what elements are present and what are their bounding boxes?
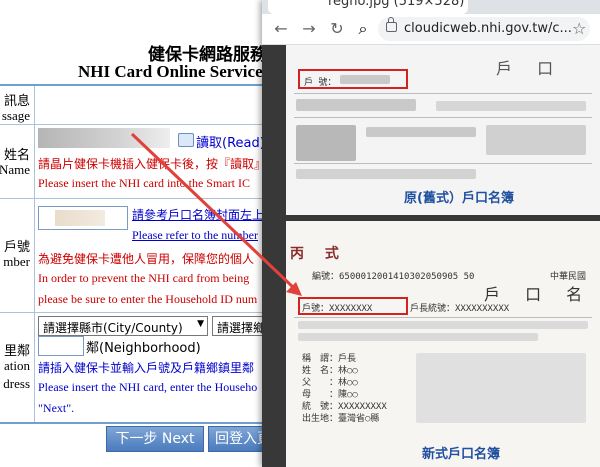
- scan-blur: [436, 101, 586, 111]
- name-hint-en: Please insert the NHI card into the Smar…: [38, 176, 250, 190]
- address-label-en1: ation: [4, 358, 30, 373]
- page-title-en: NHI Card Online Service: [78, 62, 263, 81]
- new-card-code-line: 編號：6500012001410302050905 50: [312, 272, 475, 282]
- scan-blur: [296, 125, 356, 161]
- card-reader-icon[interactable]: [178, 133, 194, 147]
- scan-blur: [298, 321, 588, 329]
- message-label-en: ssage: [1, 108, 30, 123]
- address-hint-en1: Please insert the NHI card, enter the Ho…: [38, 380, 258, 394]
- url-text: cloudicweb.nhi.gov.tw/c...: [404, 21, 572, 36]
- name-label-en: Name: [0, 162, 30, 177]
- name-label-zh: 姓名: [3, 148, 30, 163]
- county-select[interactable]: 請選擇縣市(City/County) ▼: [38, 316, 208, 336]
- next-button[interactable]: 下一步 Next: [106, 426, 204, 452]
- scan-blur: [296, 169, 476, 179]
- label-column-divider: [34, 86, 35, 422]
- scan-blur: [416, 353, 586, 423]
- old-card-highlight-box: [298, 69, 408, 89]
- message-label-zh: 訊息: [3, 94, 30, 109]
- forward-arrow-icon[interactable]: →: [298, 18, 320, 40]
- household-warning-en2: please be sure to enter the Household ID…: [38, 292, 258, 306]
- address-hint-zh: 請插入健保卡並輸入戶號及戶籍鄉鎮里鄰: [38, 361, 255, 375]
- reload-icon[interactable]: ↻: [326, 18, 348, 40]
- chevron-down-icon: ▼: [197, 319, 204, 329]
- new-household-register-image: 丙 式 編號：6500012001410302050905 50 中華民國 戶 …: [286, 221, 600, 467]
- old-card-header: 戶 口: [496, 59, 564, 78]
- household-warning-en1: In order to prevent the NHI card from be…: [38, 271, 250, 285]
- bookmark-star-icon[interactable]: ☆: [572, 19, 586, 38]
- household-id-redacted: [55, 210, 105, 226]
- new-card-caption: 新式戶口名簿: [422, 447, 501, 462]
- tab-title: regno.jpg (519×528): [328, 0, 465, 9]
- old-card-caption: 原(舊式）戶口名簿: [404, 191, 514, 206]
- neighborhood-label: 鄰(Neighborhood): [86, 341, 201, 356]
- back-to-login-button[interactable]: 回登入頁: [208, 426, 270, 452]
- search-icon[interactable]: ⌕: [352, 18, 374, 40]
- household-ref-link-en[interactable]: Please refer to the number: [132, 228, 258, 243]
- back-arrow-icon[interactable]: ←: [270, 18, 292, 40]
- household-label-en: mber: [3, 254, 30, 269]
- household-warning-zh: 為避免健保卡遭他人冒用，保障您的個人: [38, 252, 255, 266]
- new-card-head-id: 戶長統號：XXXXXXXXXX: [410, 304, 510, 314]
- read-button[interactable]: 讀取(Read): [196, 132, 265, 151]
- address-label-zh: 里鄰: [3, 344, 30, 359]
- address-label-en2: dress: [3, 376, 30, 391]
- browser-tab[interactable]: regno.jpg (519×528): [268, 0, 468, 14]
- neighborhood-input[interactable]: [38, 336, 84, 356]
- new-card-row: 出生地：臺灣省○縣: [302, 414, 380, 424]
- scan-line: [294, 317, 592, 318]
- row-divider: [0, 124, 268, 125]
- household-id-input[interactable]: [38, 206, 128, 230]
- name-field-redacted: [38, 128, 170, 148]
- scan-line: [294, 117, 592, 118]
- address-hint-en2: "Next".: [38, 401, 75, 415]
- row-divider: [0, 198, 268, 199]
- new-card-type-label: 丙 式: [290, 246, 347, 262]
- image-viewer: 戶 口 戶 號： 原(舊式）戶口名簿 丙 式 編號：65000120014103…: [262, 45, 600, 467]
- browser-toolbar: ← → ↻ ⌕ cloudicweb.nhi.gov.tw/c... ☆: [262, 14, 600, 45]
- household-label-zh: 戶號: [3, 240, 30, 255]
- lock-icon: [386, 17, 397, 32]
- township-select-value: 請選擇鄉: [217, 321, 266, 335]
- row-divider: [0, 312, 268, 313]
- old-household-register-image: 戶 口 戶 號： 原(舊式）戶口名簿: [286, 45, 600, 215]
- household-ref-link-zh[interactable]: 請參考戶口名簿封面左上: [132, 206, 264, 223]
- scan-line: [294, 93, 592, 94]
- scan-blur: [296, 99, 416, 111]
- county-select-value: 請選擇縣市(City/County): [43, 321, 183, 335]
- scan-blur: [486, 125, 586, 155]
- browser-window: regno.jpg (519×528) ← → ↻ ⌕ cloudicweb.n…: [262, 0, 600, 467]
- new-card-highlight-box: [298, 297, 408, 315]
- scan-line: [294, 163, 592, 164]
- address-bar[interactable]: cloudicweb.nhi.gov.tw/c...: [378, 17, 590, 41]
- tab-strip: regno.jpg (519×528): [262, 0, 600, 14]
- nhi-form-page: 健保卡網路服務 NHI Card Online Service 訊息 ssage…: [0, 0, 270, 467]
- scan-blur: [366, 127, 476, 137]
- name-hint-zh: 請晶片健保卡機插入健保卡後，按『讀取』鍵: [38, 157, 270, 171]
- scan-blur: [298, 333, 538, 341]
